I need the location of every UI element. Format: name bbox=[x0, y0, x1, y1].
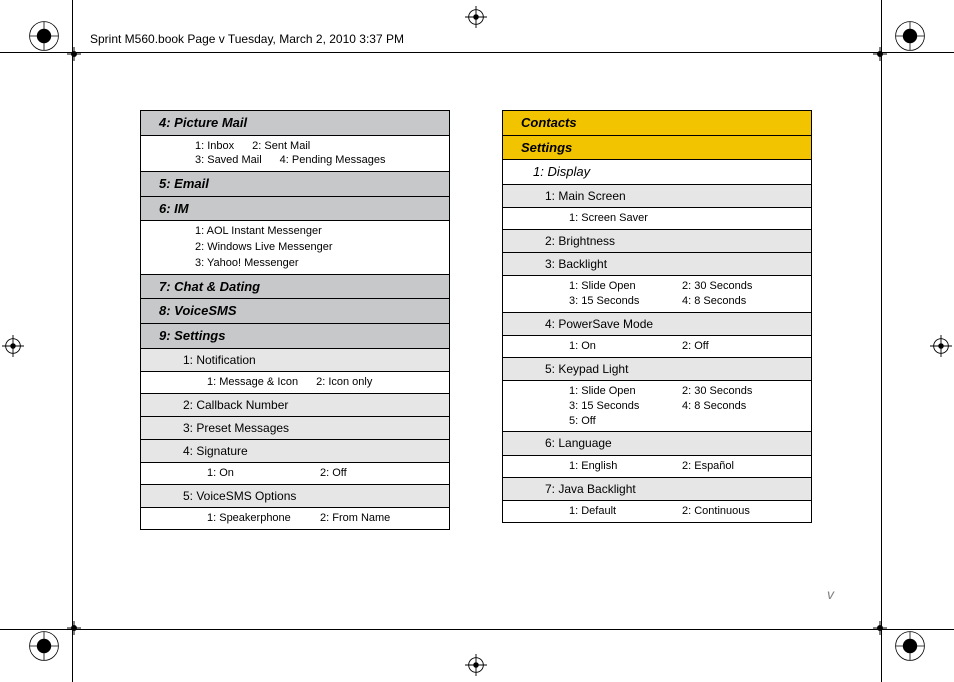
menu-powersave: 4: PowerSave Mode bbox=[502, 313, 812, 336]
opt: 4: 8 Seconds bbox=[682, 294, 746, 309]
opt: 2: Off bbox=[682, 339, 709, 354]
menu-java-backlight: 7: Java Backlight bbox=[502, 478, 812, 501]
opt: 2: 30 Seconds bbox=[682, 384, 752, 399]
crop-line bbox=[0, 629, 954, 630]
book-header: Sprint M560.book Page v Tuesday, March 2… bbox=[90, 32, 404, 46]
menu-picture-mail-opts: 1: Inbox 2: Sent Mail 3: Saved Mail 4: P… bbox=[140, 136, 450, 173]
menu-picture-mail: 4: Picture Mail bbox=[140, 110, 450, 136]
opt: 2: Continuous bbox=[682, 504, 750, 519]
content-columns: 4: Picture Mail 1: Inbox 2: Sent Mail 3:… bbox=[140, 110, 812, 530]
menu-java-backlight-opts: 1: Default 2: Continuous bbox=[502, 501, 812, 523]
menu-preset: 3: Preset Messages bbox=[140, 417, 450, 440]
menu-chat-dating: 7: Chat & Dating bbox=[140, 275, 450, 300]
page-number: v bbox=[827, 586, 834, 602]
opt: 2: Español bbox=[682, 459, 734, 474]
target-icon bbox=[930, 335, 952, 357]
opt: 2: Off bbox=[320, 466, 347, 481]
menu-language: 6: Language bbox=[502, 432, 812, 455]
menu-backlight-opts: 1: Slide Open 2: 30 Seconds 3: 15 Second… bbox=[502, 276, 812, 313]
opt: 1: Slide Open bbox=[569, 384, 664, 399]
opt: 1: On bbox=[569, 339, 664, 354]
crop-corner-icon bbox=[67, 621, 81, 635]
crop-corner-icon bbox=[873, 621, 887, 635]
menu-display: 1: Display bbox=[502, 160, 812, 185]
menu-language-opts: 1: English 2: Español bbox=[502, 456, 812, 478]
menu-powersave-opts: 1: On 2: Off bbox=[502, 336, 812, 358]
section-settings: Settings bbox=[502, 136, 812, 161]
opt: 2: Icon only bbox=[316, 375, 372, 390]
opt: 5: Off bbox=[569, 414, 596, 429]
menu-keypad: 5: Keypad Light bbox=[502, 358, 812, 381]
opt: 2: From Name bbox=[320, 511, 390, 526]
opt: 2: Windows Live Messenger bbox=[195, 240, 443, 255]
menu-notification-opts: 1: Message & Icon 2: Icon only bbox=[140, 372, 450, 394]
menu-brightness: 2: Brightness bbox=[502, 230, 812, 253]
opt: 1: Default bbox=[569, 504, 664, 519]
menu-keypad-opts: 1: Slide Open 2: 30 Seconds 3: 15 Second… bbox=[502, 381, 812, 433]
menu-vsms-options: 5: VoiceSMS Options bbox=[140, 485, 450, 508]
opt: 3: Saved Mail bbox=[195, 153, 262, 168]
right-column: Contacts Settings 1: Display 1: Main Scr… bbox=[502, 110, 812, 530]
registration-mark-icon bbox=[894, 630, 926, 662]
menu-im: 6: IM bbox=[140, 197, 450, 222]
opt: 1: Message & Icon bbox=[207, 375, 298, 390]
menu-signature: 4: Signature bbox=[140, 440, 450, 463]
menu-vsms-options-opts: 1: Speakerphone 2: From Name bbox=[140, 508, 450, 530]
left-column: 4: Picture Mail 1: Inbox 2: Sent Mail 3:… bbox=[140, 110, 450, 530]
registration-mark-icon bbox=[28, 20, 60, 52]
opt: 1: Screen Saver bbox=[569, 211, 648, 226]
registration-mark-icon bbox=[894, 20, 926, 52]
target-icon bbox=[465, 654, 487, 676]
opt: 3: 15 Seconds bbox=[569, 294, 664, 309]
opt: 1: Speakerphone bbox=[207, 511, 302, 526]
menu-email: 5: Email bbox=[140, 172, 450, 197]
target-icon bbox=[2, 335, 24, 357]
opt: 2: 30 Seconds bbox=[682, 279, 752, 294]
crop-line bbox=[881, 0, 882, 682]
opt: 2: Sent Mail bbox=[252, 139, 310, 154]
opt: 3: 15 Seconds bbox=[569, 399, 664, 414]
menu-main-screen: 1: Main Screen bbox=[502, 185, 812, 208]
opt: 1: On bbox=[207, 466, 302, 481]
menu-notification: 1: Notification bbox=[140, 349, 450, 372]
target-icon bbox=[465, 6, 487, 28]
menu-backlight: 3: Backlight bbox=[502, 253, 812, 276]
menu-signature-opts: 1: On 2: Off bbox=[140, 463, 450, 485]
menu-voicesms: 8: VoiceSMS bbox=[140, 299, 450, 324]
opt: 1: Slide Open bbox=[569, 279, 664, 294]
crop-corner-icon bbox=[873, 47, 887, 61]
menu-settings: 9: Settings bbox=[140, 324, 450, 349]
menu-main-screen-opts: 1: Screen Saver bbox=[502, 208, 812, 230]
opt: 1: English bbox=[569, 459, 664, 474]
crop-corner-icon bbox=[67, 47, 81, 61]
crop-line bbox=[72, 0, 73, 682]
opt: 4: Pending Messages bbox=[280, 153, 386, 168]
menu-callback: 2: Callback Number bbox=[140, 394, 450, 417]
opt: 1: Inbox bbox=[195, 139, 234, 154]
crop-line bbox=[0, 52, 954, 53]
menu-im-opts: 1: AOL Instant Messenger 2: Windows Live… bbox=[140, 221, 450, 275]
section-contacts: Contacts bbox=[502, 110, 812, 136]
registration-mark-icon bbox=[28, 630, 60, 662]
opt: 1: AOL Instant Messenger bbox=[195, 224, 443, 239]
opt: 4: 8 Seconds bbox=[682, 399, 746, 414]
opt: 3: Yahoo! Messenger bbox=[195, 256, 443, 271]
